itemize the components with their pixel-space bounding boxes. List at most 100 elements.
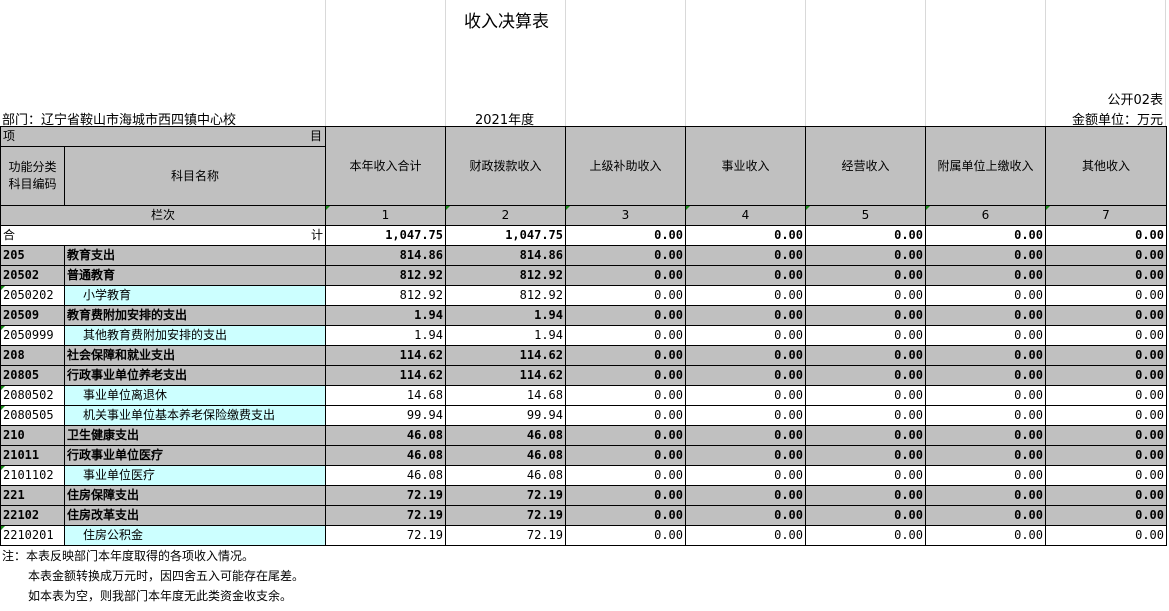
header-subject-name[interactable]: 科目名称 bbox=[64, 146, 326, 206]
row-value-6[interactable]: 0.00 bbox=[925, 305, 1046, 326]
row-value-6[interactable]: 0.00 bbox=[925, 325, 1046, 346]
row-value-1[interactable]: 46.08 bbox=[325, 465, 446, 486]
row-value-1[interactable]: 14.68 bbox=[325, 385, 446, 406]
row-value-5[interactable]: 0.00 bbox=[805, 445, 926, 466]
row-value-5[interactable]: 0.00 bbox=[805, 525, 926, 546]
row-subject-name[interactable]: 机关事业单位基本养老保险缴费支出 bbox=[64, 405, 326, 426]
row-value-7[interactable]: 0.00 bbox=[1045, 485, 1167, 506]
row-code[interactable]: 20502 bbox=[0, 265, 65, 286]
header-col-1[interactable]: 本年收入合计 bbox=[325, 126, 446, 206]
row-value-5[interactable]: 0.00 bbox=[805, 265, 926, 286]
row-value-1[interactable]: 99.94 bbox=[325, 405, 446, 426]
row-value-1[interactable]: 46.08 bbox=[325, 445, 446, 466]
row-value-4[interactable]: 0.00 bbox=[685, 345, 806, 366]
row-value-6[interactable]: 0.00 bbox=[925, 525, 1046, 546]
row-code[interactable]: 2080505 bbox=[0, 405, 65, 426]
row-value-4[interactable]: 0.00 bbox=[685, 265, 806, 286]
row-subject-name[interactable]: 行政事业单位医疗 bbox=[64, 445, 326, 466]
row-code[interactable]: 210 bbox=[0, 425, 65, 446]
row-value-2[interactable]: 1.94 bbox=[445, 305, 566, 326]
row-value-7[interactable]: 0.00 bbox=[1045, 525, 1167, 546]
row-subject-name[interactable]: 教育支出 bbox=[64, 245, 326, 266]
row-value-7[interactable]: 0.00 bbox=[1045, 365, 1167, 386]
col-number-4[interactable]: 4 bbox=[685, 205, 806, 226]
header-col-7[interactable]: 其他收入 bbox=[1045, 126, 1167, 206]
row-value-3[interactable]: 0.00 bbox=[565, 305, 686, 326]
row-value-2[interactable]: 812.92 bbox=[445, 285, 566, 306]
row-subject-name[interactable]: 其他教育费附加安排的支出 bbox=[64, 325, 326, 346]
row-value-5[interactable]: 0.00 bbox=[805, 245, 926, 266]
row-code[interactable]: 221 bbox=[0, 485, 65, 506]
row-value-1[interactable]: 1.94 bbox=[325, 325, 446, 346]
row-code[interactable]: 2080502 bbox=[0, 385, 65, 406]
row-value-7[interactable]: 0.00 bbox=[1045, 465, 1167, 486]
row-value-5[interactable]: 0.00 bbox=[805, 305, 926, 326]
row-value-1[interactable]: 114.62 bbox=[325, 365, 446, 386]
row-value-5[interactable]: 0.00 bbox=[805, 505, 926, 526]
row-value-5[interactable]: 0.00 bbox=[805, 285, 926, 306]
row-subject-name[interactable]: 社会保障和就业支出 bbox=[64, 345, 326, 366]
row-subject-name[interactable]: 住房公积金 bbox=[64, 525, 326, 546]
row-value-3[interactable]: 0.00 bbox=[565, 325, 686, 346]
row-subject-name[interactable]: 行政事业单位养老支出 bbox=[64, 365, 326, 386]
row-value-6[interactable]: 0.00 bbox=[925, 445, 1046, 466]
row-value-5[interactable]: 0.00 bbox=[805, 365, 926, 386]
row-subject-name[interactable]: 事业单位医疗 bbox=[64, 465, 326, 486]
header-item[interactable]: 项 目 bbox=[0, 126, 326, 147]
row-value-2[interactable]: 46.08 bbox=[445, 425, 566, 446]
row-subject-name[interactable]: 事业单位离退休 bbox=[64, 385, 326, 406]
row-value-7[interactable]: 0.00 bbox=[1045, 325, 1167, 346]
total-value-6[interactable]: 0.00 bbox=[925, 225, 1046, 246]
row-value-5[interactable]: 0.00 bbox=[805, 405, 926, 426]
row-value-2[interactable]: 72.19 bbox=[445, 485, 566, 506]
row-value-2[interactable]: 46.08 bbox=[445, 465, 566, 486]
row-value-2[interactable]: 46.08 bbox=[445, 445, 566, 466]
header-func-code[interactable]: 功能分类 科目编码 bbox=[0, 146, 65, 206]
col-number-5[interactable]: 5 bbox=[805, 205, 926, 226]
row-value-5[interactable]: 0.00 bbox=[805, 425, 926, 446]
total-value-5[interactable]: 0.00 bbox=[805, 225, 926, 246]
row-value-6[interactable]: 0.00 bbox=[925, 285, 1046, 306]
row-value-2[interactable]: 1.94 bbox=[445, 325, 566, 346]
row-code[interactable]: 22102 bbox=[0, 505, 65, 526]
row-value-4[interactable]: 0.00 bbox=[685, 365, 806, 386]
col-number-3[interactable]: 3 bbox=[565, 205, 686, 226]
row-value-3[interactable]: 0.00 bbox=[565, 525, 686, 546]
row-value-6[interactable]: 0.00 bbox=[925, 425, 1046, 446]
total-value-1[interactable]: 1,047.75 bbox=[325, 225, 446, 246]
row-value-2[interactable]: 114.62 bbox=[445, 345, 566, 366]
row-value-3[interactable]: 0.00 bbox=[565, 345, 686, 366]
row-label-lanci[interactable]: 栏次 bbox=[0, 205, 326, 226]
row-subject-name[interactable]: 卫生健康支出 bbox=[64, 425, 326, 446]
row-value-1[interactable]: 114.62 bbox=[325, 345, 446, 366]
row-value-1[interactable]: 812.92 bbox=[325, 265, 446, 286]
row-value-3[interactable]: 0.00 bbox=[565, 385, 686, 406]
row-value-7[interactable]: 0.00 bbox=[1045, 385, 1167, 406]
row-value-3[interactable]: 0.00 bbox=[565, 405, 686, 426]
row-value-3[interactable]: 0.00 bbox=[565, 485, 686, 506]
row-subject-name[interactable]: 住房改革支出 bbox=[64, 505, 326, 526]
row-value-4[interactable]: 0.00 bbox=[685, 465, 806, 486]
row-code[interactable]: 205 bbox=[0, 245, 65, 266]
row-value-3[interactable]: 0.00 bbox=[565, 265, 686, 286]
row-value-4[interactable]: 0.00 bbox=[685, 505, 806, 526]
header-col-5[interactable]: 经营收入 bbox=[805, 126, 926, 206]
total-value-4[interactable]: 0.00 bbox=[685, 225, 806, 246]
row-value-6[interactable]: 0.00 bbox=[925, 365, 1046, 386]
row-value-7[interactable]: 0.00 bbox=[1045, 305, 1167, 326]
row-value-4[interactable]: 0.00 bbox=[685, 305, 806, 326]
row-value-6[interactable]: 0.00 bbox=[925, 465, 1046, 486]
total-value-7[interactable]: 0.00 bbox=[1045, 225, 1167, 246]
total-value-3[interactable]: 0.00 bbox=[565, 225, 686, 246]
row-subject-name[interactable]: 住房保障支出 bbox=[64, 485, 326, 506]
row-value-1[interactable]: 1.94 bbox=[325, 305, 446, 326]
row-code[interactable]: 2101102 bbox=[0, 465, 65, 486]
row-value-1[interactable]: 814.86 bbox=[325, 245, 446, 266]
row-value-6[interactable]: 0.00 bbox=[925, 485, 1046, 506]
row-value-7[interactable]: 0.00 bbox=[1045, 425, 1167, 446]
col-number-1[interactable]: 1 bbox=[325, 205, 446, 226]
row-value-6[interactable]: 0.00 bbox=[925, 405, 1046, 426]
row-code[interactable]: 2050202 bbox=[0, 285, 65, 306]
row-value-7[interactable]: 0.00 bbox=[1045, 345, 1167, 366]
row-value-4[interactable]: 0.00 bbox=[685, 445, 806, 466]
